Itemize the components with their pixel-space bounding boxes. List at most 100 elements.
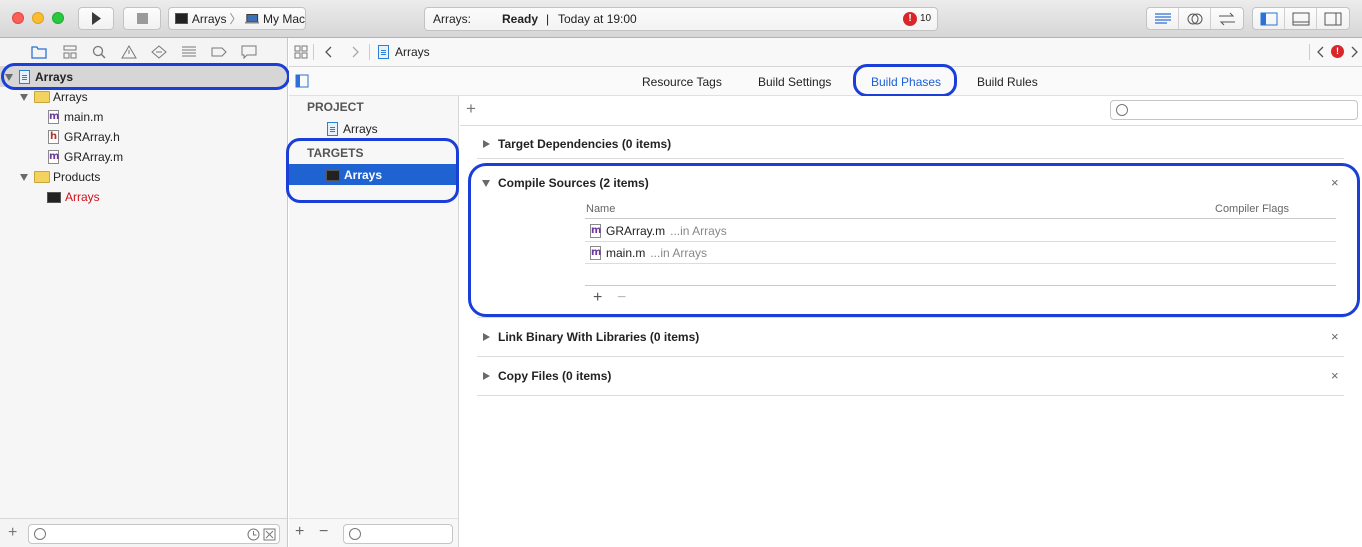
toggle-utilities-button[interactable]: [1317, 8, 1349, 29]
test-navigator-icon[interactable]: [151, 45, 167, 59]
editor-mode-control[interactable]: [1146, 7, 1244, 30]
symbol-navigator-icon[interactable]: [62, 45, 78, 59]
scheme-selector[interactable]: Arrays 〉 My Mac: [168, 7, 306, 30]
play-icon: [92, 12, 101, 25]
debug-navigator-icon[interactable]: [181, 45, 197, 59]
folder-navigator-icon[interactable]: [31, 45, 47, 59]
phase-target-dependencies[interactable]: Target Dependencies (0 items): [498, 137, 671, 151]
header-divider: [460, 125, 1362, 126]
phase-copy-files[interactable]: Copy Files (0 items): [498, 369, 611, 383]
issue-count[interactable]: 10: [920, 13, 931, 24]
status-state-label: Ready: [502, 12, 539, 26]
tree-row-file[interactable]: m GRArray.m: [48, 147, 123, 167]
version-editor-button[interactable]: [1211, 8, 1243, 29]
bottom-panel-icon: [1292, 12, 1309, 25]
delete-phase-button[interactable]: ×: [1331, 329, 1339, 344]
arrows-swap-icon: [1219, 12, 1235, 25]
filter-icon: [1116, 104, 1128, 116]
navigator-footer: +: [0, 518, 288, 547]
window-toolbar: Arrays 〉 My Mac Arrays: Ready | Today at…: [0, 0, 1362, 38]
phase-divider: [477, 356, 1344, 357]
project-file-icon: [327, 122, 338, 136]
delete-phase-button[interactable]: ×: [1331, 368, 1339, 383]
recent-files-clock-icon[interactable]: [247, 528, 260, 541]
objc-m-file-icon: m: [48, 110, 60, 124]
tree-row-products[interactable]: Products: [20, 167, 100, 187]
scm-filter-icon[interactable]: [263, 528, 276, 541]
standard-editor-button[interactable]: [1147, 8, 1179, 29]
run-button[interactable]: [78, 7, 114, 30]
tree-row-group[interactable]: Arrays: [20, 87, 88, 107]
add-file-button[interactable]: +: [8, 524, 17, 542]
toggle-debug-area-button[interactable]: [1285, 8, 1317, 29]
zoom-window-button[interactable]: [52, 12, 64, 24]
jumpbar-divider: [313, 44, 314, 60]
tree-label-file: main.m: [64, 110, 104, 124]
tree-row-product[interactable]: Arrays: [47, 187, 100, 207]
next-issue-icon[interactable]: [1349, 45, 1359, 59]
stop-button[interactable]: [123, 7, 161, 30]
back-chevron-icon[interactable]: [324, 45, 334, 59]
highlight-outline-project: [1, 63, 290, 90]
filter-icon: [349, 528, 361, 540]
breakpoint-navigator-icon[interactable]: [211, 45, 227, 59]
forward-chevron-icon[interactable]: [350, 45, 360, 59]
highlight-outline-compile-sources: [468, 163, 1360, 317]
folder-icon: [34, 171, 50, 183]
tree-label-group: Arrays: [53, 90, 88, 104]
tree-row-file[interactable]: m main.m: [48, 107, 103, 127]
tab-build-rules[interactable]: Build Rules: [977, 75, 1038, 89]
project-section-header: PROJECT: [307, 100, 364, 114]
status-time-text: Today at 19:00: [558, 12, 637, 26]
scheme-destination-label: My Mac: [263, 11, 305, 26]
jump-bar: Arrays !: [289, 38, 1362, 67]
navigator-filter-field[interactable]: [28, 524, 280, 544]
terminal-target-icon: [175, 13, 188, 24]
disclosure-expanded-icon[interactable]: [20, 173, 28, 181]
filter-icon: [34, 528, 46, 540]
search-icon[interactable]: [92, 45, 106, 59]
tab-resource-tags[interactable]: Resource Tags: [642, 75, 722, 89]
project-list-item[interactable]: Arrays: [327, 119, 378, 139]
panel-visibility-control[interactable]: [1252, 7, 1350, 30]
add-build-phase-button[interactable]: +: [466, 99, 476, 119]
jumpbar-breadcrumb[interactable]: Arrays: [395, 45, 430, 59]
show-target-list-icon[interactable]: [295, 74, 309, 88]
stop-icon: [137, 13, 148, 24]
mac-laptop-icon: [244, 13, 259, 24]
related-items-grid-icon[interactable]: [294, 45, 308, 59]
phase-link-binary[interactable]: Link Binary With Libraries (0 items): [498, 330, 699, 344]
project-item-label: Arrays: [343, 122, 378, 136]
disclosure-collapsed-icon[interactable]: [483, 140, 490, 148]
disclosure-collapsed-icon[interactable]: [483, 372, 490, 380]
close-window-button[interactable]: [12, 12, 24, 24]
phase-divider: [477, 317, 1344, 318]
build-phases-filter-field[interactable]: [1110, 100, 1358, 120]
warning-icon[interactable]: [121, 45, 137, 59]
right-panel-icon: [1324, 12, 1342, 25]
target-filter-field[interactable]: [343, 524, 453, 544]
project-file-icon: [378, 45, 389, 59]
target-list-footer: + −: [289, 518, 459, 547]
previous-issue-icon[interactable]: [1316, 45, 1326, 59]
scheme-target-label: Arrays: [191, 11, 227, 26]
highlight-outline-build-phases: [853, 64, 957, 97]
activity-viewer: Arrays: Ready | Today at 19:00 ! 10: [424, 7, 938, 31]
log-navigator-icon[interactable]: [241, 45, 257, 59]
minimize-window-button[interactable]: [32, 12, 44, 24]
assistant-editor-button[interactable]: [1179, 8, 1211, 29]
issue-error-icon[interactable]: !: [1331, 45, 1344, 58]
executable-icon: [47, 191, 61, 203]
phase-divider: [477, 158, 1344, 159]
tree-row-file[interactable]: h GRArray.h: [48, 127, 120, 147]
tree-label-product: Arrays: [65, 190, 100, 204]
tab-build-settings[interactable]: Build Settings: [758, 75, 831, 89]
toggle-navigator-button[interactable]: [1253, 8, 1285, 29]
disclosure-expanded-icon[interactable]: [20, 93, 28, 101]
assistant-rings-icon: [1187, 13, 1202, 24]
remove-target-button[interactable]: −: [319, 523, 328, 541]
disclosure-collapsed-icon[interactable]: [483, 333, 490, 341]
error-icon[interactable]: !: [903, 12, 917, 26]
header-h-file-icon: h: [48, 130, 59, 144]
add-target-button[interactable]: +: [295, 523, 304, 541]
